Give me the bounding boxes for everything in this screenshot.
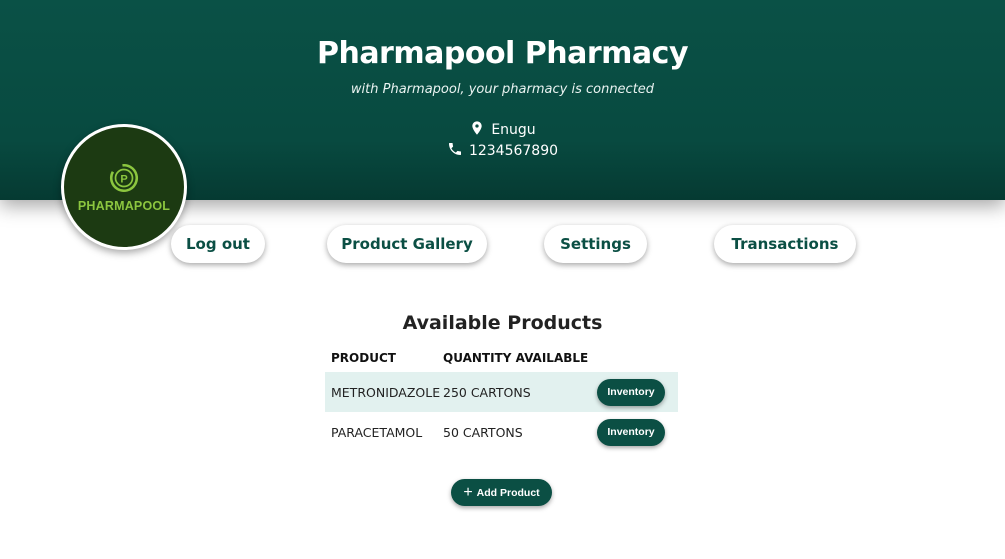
- pharmacy-name: Pharmapool Pharmacy: [316, 36, 689, 71]
- product-quantity: 50 CARTONS: [443, 424, 523, 440]
- phone-number: 1234567890: [468, 143, 559, 159]
- plus-icon: +: [463, 483, 473, 501]
- add-product-button[interactable]: + Add Product: [451, 479, 552, 506]
- phone-icon: [447, 141, 463, 161]
- logout-button[interactable]: Log out: [171, 225, 265, 263]
- svg-text:P: P: [120, 173, 127, 185]
- available-products-title: Available Products: [402, 312, 603, 334]
- location-text: Enugu: [491, 122, 536, 138]
- product-name: PARACETAMOL: [331, 424, 423, 440]
- add-product-label: Add Product: [476, 486, 540, 499]
- table-header: PRODUCT QUANTITY AVAILABLE: [325, 344, 678, 372]
- product-quantity: 250 CARTONS: [443, 384, 531, 400]
- logo-text: PHARMAPOOL: [77, 199, 171, 213]
- inventory-button[interactable]: Inventory: [597, 378, 665, 406]
- inventory-button[interactable]: Inventory: [597, 418, 665, 446]
- product-gallery-button[interactable]: Product Gallery: [327, 225, 487, 263]
- header-quantity: QUANTITY AVAILABLE: [443, 351, 589, 365]
- products-table: PRODUCT QUANTITY AVAILABLE METRONIDAZOLE…: [325, 344, 678, 452]
- header-product: PRODUCT: [331, 351, 396, 365]
- product-name: METRONIDAZOLE: [331, 384, 441, 400]
- transactions-button[interactable]: Transactions: [714, 225, 856, 263]
- location-pin-icon: [469, 120, 485, 140]
- settings-button[interactable]: Settings: [544, 225, 647, 263]
- logo-p-icon: P: [109, 163, 139, 193]
- tagline: with Pharmapool, your pharmacy is connec…: [350, 82, 655, 97]
- pharmacy-logo: P PHARMAPOOL: [61, 124, 187, 250]
- table-row: METRONIDAZOLE 250 CARTONS Inventory: [325, 372, 678, 412]
- table-row: PARACETAMOL 50 CARTONS Inventory: [325, 412, 678, 452]
